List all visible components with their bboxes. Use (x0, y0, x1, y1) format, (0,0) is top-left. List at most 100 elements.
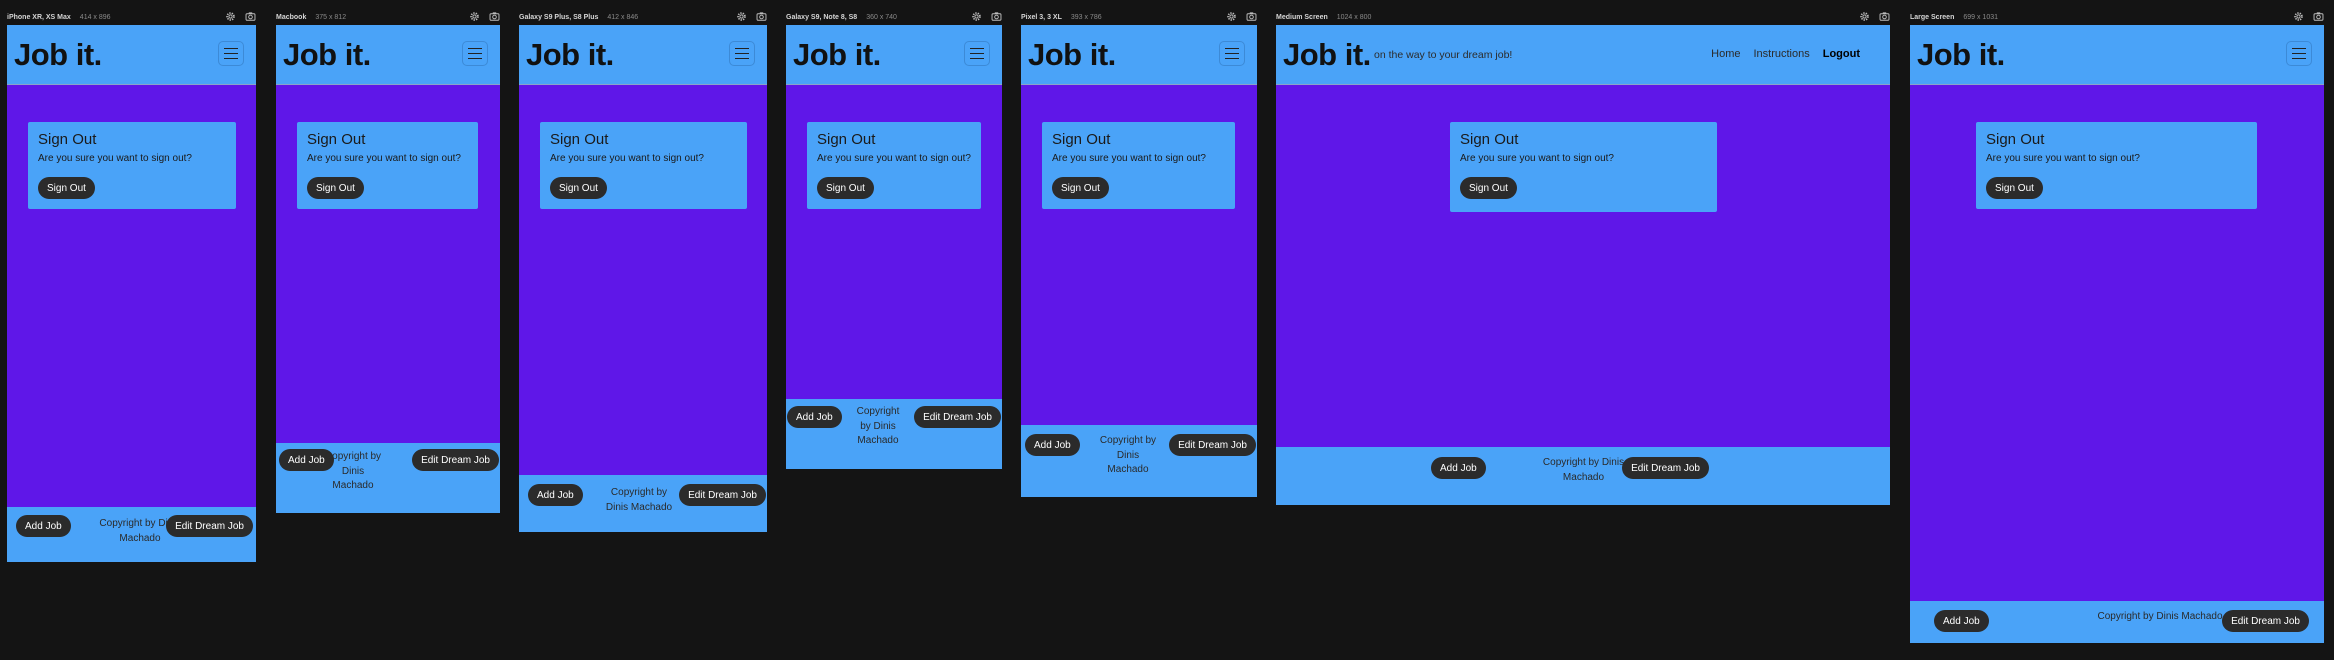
brand-logo[interactable]: Job it. (283, 39, 371, 70)
device-size: 699 x 1031 (1963, 13, 1999, 21)
signout-button[interactable]: Sign Out (1052, 177, 1109, 199)
navbar: Job it. on the way to your dream job! Home… (1276, 25, 1890, 85)
copyright-text: Copyright by Dinis Machado (856, 406, 900, 446)
camera-icon[interactable] (1879, 11, 1890, 22)
hamburger-menu-icon[interactable] (2286, 41, 2312, 66)
camera-icon[interactable] (756, 11, 767, 22)
hamburger-menu-icon[interactable] (964, 41, 990, 66)
footer: Add Job Copyright by Dinis Machado Edit Dr… (786, 399, 1002, 469)
nav-home[interactable]: Home (1711, 48, 1740, 60)
camera-icon[interactable] (991, 11, 1002, 22)
copyright-text: Copyright by Dinis Machado (324, 451, 382, 491)
signout-button[interactable]: Sign Out (1986, 177, 2043, 199)
edit-dream-job-button[interactable]: Edit Dream Job (1169, 434, 1256, 456)
signout-prompt: Are you sure you want to sign out? (1460, 153, 1614, 164)
device-toolbar: Medium Screen 1024 x 800 (1276, 10, 1890, 24)
edit-dream-job-button[interactable]: Edit Dream Job (412, 449, 499, 471)
navbar: Job it. (786, 25, 1002, 85)
signout-prompt: Are you sure you want to sign out? (817, 153, 971, 164)
device-actions (469, 11, 500, 22)
device-actions (971, 11, 1002, 22)
signout-button[interactable]: Sign Out (1460, 177, 1517, 199)
device-viewport: Job it. Sign Out Are you sure you want to … (1021, 25, 1257, 497)
add-job-button[interactable]: Add Job (1025, 434, 1080, 456)
signout-title: Sign Out (38, 131, 97, 148)
brand-logo[interactable]: Job it. (14, 39, 102, 70)
camera-icon[interactable] (2313, 11, 2324, 22)
add-job-button[interactable]: Add Job (528, 484, 583, 506)
camera-icon[interactable] (1246, 11, 1257, 22)
signout-title: Sign Out (1460, 131, 1519, 148)
footer: Add Job Copyright by Dinis Machado Edit Dr… (1021, 425, 1257, 497)
navbar: Job it. (519, 25, 767, 85)
edit-dream-job-button[interactable]: Edit Dream Job (1622, 457, 1709, 479)
gear-icon[interactable] (1859, 11, 1870, 22)
brand-logo[interactable]: Job it. (1917, 39, 2005, 70)
navbar-divider (519, 84, 767, 85)
copyright-text: Copyright by Dinis Machado (605, 487, 673, 513)
device-actions (1226, 11, 1257, 22)
camera-icon[interactable] (489, 11, 500, 22)
signout-title: Sign Out (1986, 131, 2045, 148)
signout-card: Sign Out Are you sure you want to sign ou… (297, 122, 478, 209)
navbar-divider (786, 84, 1002, 85)
device-viewport: Job it. Sign Out Are you sure you want to … (519, 25, 767, 532)
device-toolbar: Macbook 375 x 812 (276, 10, 500, 24)
signout-prompt: Are you sure you want to sign out? (550, 153, 704, 164)
navbar-divider (7, 84, 256, 85)
navbar-divider (1910, 84, 2324, 85)
device-toolbar: Galaxy S9, Note 8, S8 360 x 740 (786, 10, 1002, 24)
gear-icon[interactable] (971, 11, 982, 22)
footer: Add Job Copyright by Dinis Machado Edit Dr… (7, 507, 256, 562)
edit-dream-job-button[interactable]: Edit Dream Job (2222, 610, 2309, 632)
gear-icon[interactable] (1226, 11, 1237, 22)
navbar: Job it. (7, 25, 256, 85)
device-toolbar: Pixel 3, 3 XL 393 x 786 (1021, 10, 1257, 24)
device-size: 375 x 812 (315, 13, 347, 21)
camera-icon[interactable] (245, 11, 256, 22)
brand-logo[interactable]: Job it. (1028, 39, 1116, 70)
device-viewport: Job it. Sign Out Are you sure you want to … (276, 25, 500, 513)
signout-button[interactable]: Sign Out (817, 177, 874, 199)
hamburger-menu-icon[interactable] (218, 41, 244, 66)
footer: Add Job Copyright by Dinis Machado Edit Dr… (1276, 447, 1890, 505)
signout-prompt: Are you sure you want to sign out? (38, 153, 192, 164)
nav-instructions[interactable]: Instructions (1753, 48, 1809, 60)
add-job-button[interactable]: Add Job (1934, 610, 1989, 632)
hamburger-menu-icon[interactable] (729, 41, 755, 66)
signout-button[interactable]: Sign Out (550, 177, 607, 199)
brand-logo[interactable]: Job it. (526, 39, 614, 70)
copyright-text: Copyright by Dinis Machado (1099, 435, 1157, 475)
nav-links: Home Instructions Logout (1711, 48, 1860, 60)
navbar: Job it. (1021, 25, 1257, 85)
device-toolbar: Galaxy S9 Plus, S8 Plus 412 x 846 (519, 10, 767, 24)
navbar-divider (1021, 84, 1257, 85)
signout-card: Sign Out Are you sure you want to sign ou… (1042, 122, 1235, 209)
gear-icon[interactable] (2293, 11, 2304, 22)
edit-dream-job-button[interactable]: Edit Dream Job (679, 484, 766, 506)
add-job-button[interactable]: Add Job (16, 515, 71, 537)
nav-logout[interactable]: Logout (1823, 48, 1860, 60)
brand-logo[interactable]: Job it. (793, 39, 881, 70)
signout-button[interactable]: Sign Out (38, 177, 95, 199)
hamburger-menu-icon[interactable] (1219, 41, 1245, 66)
signout-card: Sign Out Are you sure you want to sign ou… (28, 122, 236, 209)
device-toolbar: Large Screen 699 x 1031 (1910, 10, 2324, 24)
navbar-divider (276, 84, 500, 85)
device-actions (736, 11, 767, 22)
gear-icon[interactable] (736, 11, 747, 22)
edit-dream-job-button[interactable]: Edit Dream Job (166, 515, 253, 537)
device-actions (225, 11, 256, 22)
hamburger-menu-icon[interactable] (462, 41, 488, 66)
brand-logo[interactable]: Job it. (1283, 39, 1371, 70)
device-name: Medium Screen (1276, 13, 1328, 21)
add-job-button[interactable]: Add Job (1431, 457, 1486, 479)
signout-button[interactable]: Sign Out (307, 177, 364, 199)
navbar: Job it. (276, 25, 500, 85)
gear-icon[interactable] (225, 11, 236, 22)
footer: Add Job Copyright by Dinis Machado Edit Dr… (519, 475, 767, 532)
edit-dream-job-button[interactable]: Edit Dream Job (914, 406, 1001, 428)
footer: Add Job Copyright by Dinis Machado Edit Dr… (276, 443, 500, 513)
gear-icon[interactable] (469, 11, 480, 22)
add-job-button[interactable]: Add Job (787, 406, 842, 428)
